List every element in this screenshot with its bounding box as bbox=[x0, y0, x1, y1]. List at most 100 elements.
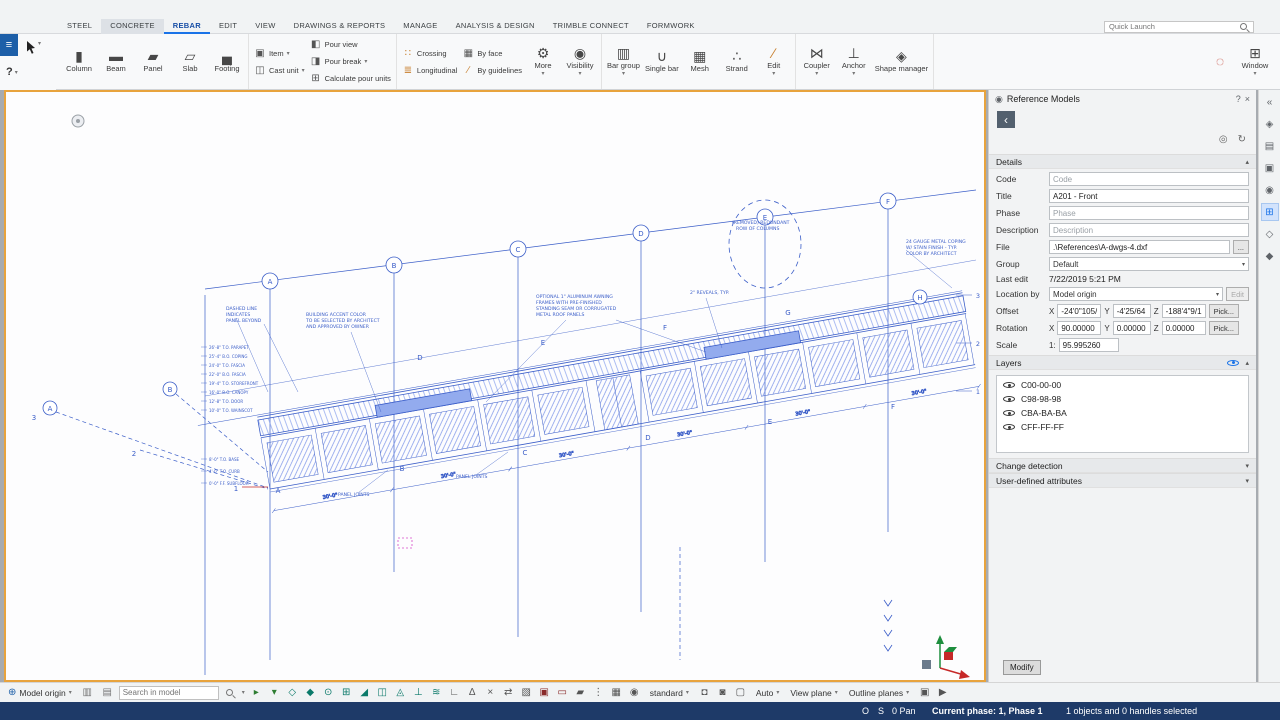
phase-input[interactable] bbox=[1049, 206, 1249, 220]
uda-section-header[interactable]: User-defined attributes ▾ bbox=[989, 473, 1256, 488]
mesh-button[interactable]: ▦ Mesh bbox=[682, 36, 718, 88]
cast-unit-button[interactable]: ◫ Cast unit ▾ bbox=[252, 62, 307, 78]
anchor-button[interactable]: ⊥ Anchor ▾ bbox=[836, 36, 872, 88]
pick-rotation-button[interactable]: Pick... bbox=[1208, 321, 1239, 335]
edit-location-button[interactable]: Edit bbox=[1226, 287, 1249, 301]
C00-00-00[interactable]: C00-00-00 bbox=[997, 378, 1248, 392]
by-face-button[interactable]: ▦ By face bbox=[460, 45, 524, 61]
shapes-catalog-pane-icon[interactable]: ◇ bbox=[1261, 225, 1279, 243]
group-dropdown[interactable]: Default ▾ bbox=[1049, 257, 1249, 271]
layer-eye-icon[interactable] bbox=[1003, 380, 1015, 390]
relative-input-icon[interactable]: ∆ bbox=[464, 685, 481, 701]
ribbon-tab[interactable]: MANAGE bbox=[394, 19, 446, 34]
footing-button[interactable]: ▄ Footing bbox=[209, 36, 245, 88]
beam-button[interactable]: ▬ Beam bbox=[98, 36, 134, 88]
layer-eye-icon[interactable] bbox=[1003, 422, 1015, 432]
layer-eye-icon[interactable] bbox=[1003, 394, 1015, 404]
trimble-connect-pane-icon[interactable]: ◆ bbox=[1261, 247, 1279, 265]
fly-mode-icon[interactable]: ▶ bbox=[934, 685, 951, 701]
view-projection-icon[interactable]: ▢ bbox=[732, 685, 749, 701]
collapse-side-pane-icon[interactable]: « bbox=[1261, 93, 1279, 111]
model-search-input[interactable] bbox=[122, 688, 215, 697]
panel-button[interactable]: ▰ Panel bbox=[135, 36, 171, 88]
select-filter-toggle-icon[interactable]: ▾ bbox=[266, 685, 283, 701]
select-surfaces-icon[interactable]: ▰ bbox=[572, 685, 589, 701]
start-pane-icon[interactable]: ◈ bbox=[1261, 115, 1279, 133]
snap-intersection-icon[interactable]: ◬ bbox=[392, 685, 409, 701]
work-plane-origin-dropdown[interactable]: ⊕ Model origin ▾ bbox=[4, 685, 76, 701]
crossing-button[interactable]: ∷ Crossing bbox=[400, 45, 459, 61]
snap-perpendicular-icon[interactable]: ⊥ bbox=[410, 685, 427, 701]
layers-section-header[interactable]: Layers ▴ bbox=[989, 355, 1256, 370]
CBA-BA-BA[interactable]: CBA-BA-BA bbox=[997, 406, 1248, 420]
selection-filter-dropdown[interactable]: standard ▾ bbox=[646, 685, 693, 701]
model-viewport[interactable]: 30'-0" 30'-0" 30'-0" 30'-0" 30'-0" 30'-0… bbox=[4, 90, 986, 682]
location-by-dropdown[interactable]: Model origin ▾ bbox=[1049, 287, 1224, 301]
ribbon-tab[interactable]: VIEW bbox=[246, 19, 284, 34]
snap-any-position-icon[interactable]: ⊞ bbox=[338, 685, 355, 701]
shape-manager-button[interactable]: ◈ Shape manager bbox=[873, 36, 930, 88]
components-pane-icon[interactable]: ◉ bbox=[1261, 181, 1279, 199]
ribbon-tab[interactable]: TRIMBLE CONNECT bbox=[544, 19, 638, 34]
quick-launch-input[interactable] bbox=[1109, 22, 1235, 31]
panel-help-icon[interactable]: ? bbox=[1236, 94, 1241, 104]
snap-depth-dropdown[interactable]: Auto ▾ bbox=[752, 685, 784, 701]
by-guidelines-button[interactable]: ∕ By guidelines bbox=[460, 62, 524, 78]
properties-pane-icon[interactable]: ▤ bbox=[1261, 137, 1279, 155]
select-components-icon[interactable]: ▣ bbox=[536, 685, 553, 701]
select-points-icon[interactable]: ⋮ bbox=[590, 685, 607, 701]
snap-nearest-point-icon[interactable]: ⊙ bbox=[320, 685, 337, 701]
file-menu-button[interactable]: ≡ bbox=[0, 34, 18, 56]
select-objects-in-components-icon[interactable]: ◘ bbox=[696, 685, 713, 701]
select-objects-in-assemblies-icon[interactable]: ◙ bbox=[714, 685, 731, 701]
CFF-FF-FF[interactable]: CFF-FF-FF bbox=[997, 420, 1248, 434]
rotation-y-input[interactable] bbox=[1112, 321, 1151, 335]
code-input[interactable] bbox=[1049, 172, 1249, 186]
lasso-select-button[interactable]: ◌ bbox=[1209, 36, 1231, 88]
numeric-snap-icon[interactable]: × bbox=[482, 685, 499, 701]
window-button[interactable]: ⊞ Window ▾ bbox=[1237, 36, 1273, 88]
single-bar-button[interactable]: ∪ Single bar bbox=[643, 36, 681, 88]
ribbon-tab[interactable]: STEEL bbox=[58, 19, 101, 34]
offset-x-input[interactable] bbox=[1057, 304, 1102, 318]
description-input[interactable] bbox=[1049, 223, 1249, 237]
visibility-button[interactable]: ◉ Visibility ▾ bbox=[562, 36, 598, 88]
ribbon-tab[interactable]: FORMWORK bbox=[638, 19, 704, 34]
item-button[interactable]: ▣ Item ▾ bbox=[252, 45, 307, 61]
rotation-x-input[interactable] bbox=[1057, 321, 1102, 335]
snap-geometry-points-icon[interactable]: ◆ bbox=[302, 685, 319, 701]
scale-input[interactable] bbox=[1058, 338, 1119, 352]
outline-planes-dropdown[interactable]: Outline planes ▾ bbox=[845, 685, 913, 701]
refresh-icon[interactable]: ↻ bbox=[1238, 134, 1246, 145]
ribbon-tab[interactable]: ANALYSIS & DESIGN bbox=[447, 19, 544, 34]
more-button[interactable]: ⚙ More ▾ bbox=[525, 36, 561, 88]
layers-visibility-eye-icon[interactable] bbox=[1227, 358, 1240, 368]
panel-close-icon[interactable]: × bbox=[1245, 94, 1250, 104]
pour-break-button[interactable]: ◨ Pour break ▾ bbox=[308, 54, 393, 70]
select-welds-icon[interactable]: ◉ bbox=[626, 685, 643, 701]
drag-and-drop-icon[interactable]: ⇄ bbox=[500, 685, 517, 701]
column-button[interactable]: ▮ Column bbox=[61, 36, 97, 88]
browse-file-button[interactable]: ... bbox=[1232, 240, 1249, 254]
change-detection-section-header[interactable]: Change detection ▾ bbox=[989, 458, 1256, 473]
help-button[interactable]: ? ▾ bbox=[6, 66, 18, 78]
select-tool-button[interactable]: ▾ bbox=[26, 40, 41, 54]
smart-select-icon[interactable]: ▧ bbox=[518, 685, 535, 701]
details-section-header[interactable]: Details ▴ bbox=[989, 154, 1256, 169]
pick-offset-button[interactable]: Pick... bbox=[1208, 304, 1239, 318]
snap-reference-points-icon[interactable]: ◇ bbox=[284, 685, 301, 701]
select-all-toggle-icon[interactable]: ▸ bbox=[248, 685, 265, 701]
applications-pane-icon[interactable]: ▣ bbox=[1261, 159, 1279, 177]
C98-98-98[interactable]: C98-98-98 bbox=[997, 392, 1248, 406]
file-input[interactable] bbox=[1049, 240, 1230, 254]
zoom-search-icon[interactable] bbox=[222, 685, 239, 701]
ribbon-tab[interactable]: EDIT bbox=[210, 19, 246, 34]
reference-models-pane-icon[interactable]: ⊞ bbox=[1260, 203, 1279, 221]
ribbon-tab[interactable]: CONCRETE bbox=[101, 19, 164, 34]
coordinate-lock-icon[interactable]: ▥ bbox=[79, 685, 96, 701]
longitudinal-button[interactable]: ≣ Longitudinal bbox=[400, 62, 459, 78]
rotation-z-input[interactable] bbox=[1161, 321, 1206, 335]
strand-button[interactable]: ∴ Strand bbox=[719, 36, 755, 88]
snap-midpoint-icon[interactable]: ◫ bbox=[374, 685, 391, 701]
title-input[interactable] bbox=[1049, 189, 1249, 203]
